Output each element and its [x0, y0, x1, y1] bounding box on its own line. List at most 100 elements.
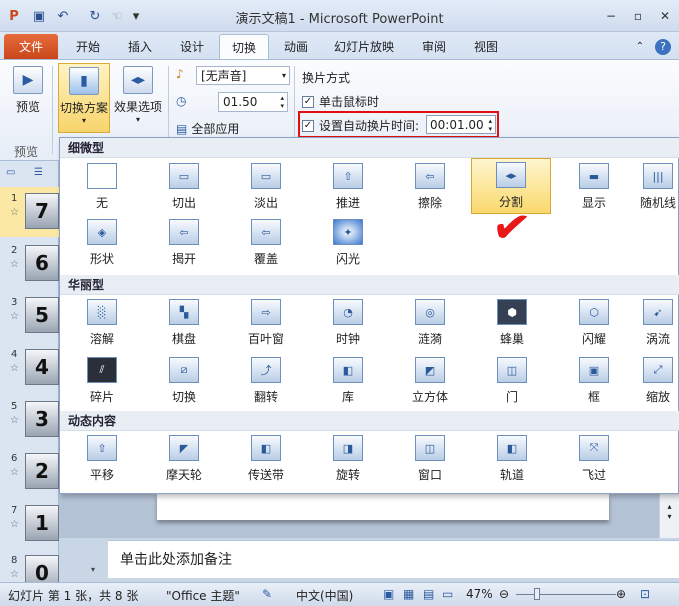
transition-flash[interactable]: ✦ 闪光	[308, 216, 388, 268]
transition-box[interactable]: ▣ 框	[554, 354, 634, 406]
sound-icon: ♪	[176, 67, 184, 81]
effect-options-button[interactable]: ◂▸ 效果选项 ▾	[112, 66, 164, 124]
transition-conveyor[interactable]: ◧ 传送带	[226, 432, 306, 484]
help-icon[interactable]: ?	[652, 34, 674, 59]
language[interactable]: 中文(中国)	[296, 587, 353, 604]
clock-icon: ◔	[333, 299, 363, 325]
zoom-slider[interactable]	[516, 594, 616, 595]
ripple-icon: ◎	[415, 299, 445, 325]
tab-view[interactable]: 视图	[462, 34, 510, 59]
transition-scheme-label: 切换方案	[59, 101, 108, 115]
slide-sorter-icon[interactable]: ▦	[403, 587, 414, 601]
normal-view-icon[interactable]: ▣	[383, 587, 394, 601]
transition-wipe[interactable]: ⇦ 擦除	[390, 160, 470, 212]
transition-cover[interactable]: ⇦ 覆盖	[226, 216, 306, 268]
advance-title: 换片方式	[302, 71, 351, 85]
maximize-button[interactable]: ▫	[627, 8, 649, 24]
transition-pan[interactable]: ⇧ 平移	[62, 432, 142, 484]
transition-shred[interactable]: ⫽ 碎片	[62, 354, 142, 406]
fit-to-window-icon[interactable]: ⊡	[640, 587, 650, 601]
sound-select[interactable]: [无声音] ▾	[196, 66, 290, 85]
zoom-slider-thumb[interactable]	[534, 588, 540, 600]
reading-view-icon[interactable]: ▤	[423, 587, 434, 601]
cut-icon: ▭	[169, 163, 199, 189]
transition-flip[interactable]: ⤴ 翻转	[226, 354, 306, 406]
transition-dissolve[interactable]: ░ 溶解	[62, 296, 142, 348]
transition-vortex[interactable]: ➹ 涡流	[636, 296, 679, 348]
transition-scheme-button[interactable]: ▮ 切换方案 ▾	[58, 63, 110, 133]
checkerboard-icon: ▚	[169, 299, 199, 325]
transition-checkerboard[interactable]: ▚ 棋盘	[144, 296, 224, 348]
slide-thumbnail[interactable]: 1 ☆ 7	[0, 187, 59, 237]
transition-blinds[interactable]: ⇨ 百叶窗	[226, 296, 306, 348]
transition-reveal[interactable]: ▬ 显示	[554, 160, 634, 212]
transition-orbit[interactable]: ◧ 轨道	[472, 432, 552, 484]
collapse-ribbon-icon[interactable]: ⌃	[632, 34, 648, 59]
slide-thumbnail[interactable]: 3 ☆ 5	[0, 291, 59, 341]
transition-ripple[interactable]: ◎ 涟漪	[390, 296, 470, 348]
zoom-level[interactable]: 47%	[466, 587, 493, 601]
slide-thumbnail[interactable]: 4 ☆ 4	[0, 343, 59, 393]
zoom-in-icon[interactable]: ⊕	[616, 587, 626, 601]
notes-pane[interactable]: 单击此处添加备注	[108, 540, 679, 578]
apply-all-button[interactable]: ▤ 全部应用	[176, 120, 239, 137]
slide-thumbnail[interactable]: 6 ☆ 2	[0, 447, 59, 497]
slide-thumbnail[interactable]: 2 ☆ 6	[0, 239, 59, 289]
transition-fade[interactable]: ▭ 淡出	[226, 160, 306, 212]
transition-glitter[interactable]: ⬡ 闪耀	[554, 296, 634, 348]
vertical-scrollbar[interactable]: ▴ ▾	[659, 494, 679, 538]
slideshow-icon[interactable]: ▭	[442, 587, 453, 601]
slide-canvas[interactable]	[157, 494, 609, 520]
preview-button[interactable]: ▶ 预览	[8, 66, 48, 115]
transition-ferris-wheel[interactable]: ◤ 摩天轮	[144, 432, 224, 484]
tab-animations[interactable]: 动画	[272, 34, 320, 59]
tab-design[interactable]: 设计	[168, 34, 216, 59]
category-exciting: 华丽型	[60, 275, 679, 295]
tab-review[interactable]: 审阅	[410, 34, 458, 59]
flash-icon: ✦	[333, 219, 363, 245]
transition-clock[interactable]: ◔ 时钟	[308, 296, 388, 348]
effect-options-label: 效果选项	[113, 100, 162, 114]
box-icon: ▣	[579, 357, 609, 383]
transition-switch[interactable]: ⧄ 切换	[144, 354, 224, 406]
duration-input[interactable]: 01.50 ▴ ▾	[218, 92, 288, 112]
transition-rotate[interactable]: ◨ 旋转	[308, 432, 388, 484]
transition-gallery-item[interactable]: ◧ 库	[308, 354, 388, 406]
scroll-down-icon[interactable]: ▾	[91, 565, 95, 574]
category-dynamic: 动态内容	[60, 411, 679, 431]
close-button[interactable]: ✕	[654, 8, 676, 24]
tab-insert[interactable]: 插入	[116, 34, 164, 59]
transition-cube[interactable]: ◩ 立方体	[390, 354, 470, 406]
transition-fly-through[interactable]: ⤧ 飞过	[554, 432, 634, 484]
transition-none[interactable]: 无	[62, 160, 142, 212]
slide-thumbnail[interactable]: 8 ☆ 0	[0, 549, 59, 582]
transition-cut[interactable]: ▭ 切出	[144, 160, 224, 212]
minimize-button[interactable]: −	[600, 8, 622, 24]
none-icon	[87, 163, 117, 189]
glitter-icon: ⬡	[579, 299, 609, 325]
cube-icon: ◩	[415, 357, 445, 383]
slide-thumbnail[interactable]: 7 ☆ 1	[0, 499, 59, 549]
spell-check-icon[interactable]: ✎	[262, 587, 272, 601]
tab-file[interactable]: 文件	[4, 34, 58, 59]
slide-thumbnail[interactable]: 5 ☆ 3	[0, 395, 59, 445]
tab-transitions[interactable]: 切换	[219, 34, 269, 59]
transition-honeycomb[interactable]: ⬢ 蜂巢	[472, 296, 552, 348]
theme-name[interactable]: "Office 主题"	[166, 587, 240, 604]
outline-tab-icon[interactable]: ☰	[34, 167, 43, 178]
flip-icon: ⤴	[251, 357, 281, 383]
slides-tab-icon[interactable]: ▭	[6, 167, 15, 178]
on-click-checkbox[interactable]: ✓ 单击鼠标时	[302, 93, 379, 110]
transition-window[interactable]: ◫ 窗口	[390, 432, 470, 484]
tab-home[interactable]: 开始	[64, 34, 112, 59]
ribbon-tabs: 文件 开始 插入 设计 切换 动画 幻灯片放映 审阅 视图 ⌃ ?	[0, 32, 679, 59]
duration-icon: ◷	[176, 94, 187, 108]
zoom-out-icon[interactable]: ⊖	[499, 587, 509, 601]
tab-slideshow[interactable]: 幻灯片放映	[326, 34, 402, 59]
transition-random-bars[interactable]: ||| 随机线	[636, 160, 679, 212]
transition-push[interactable]: ⇧ 推进	[308, 160, 388, 212]
transition-doors[interactable]: ◫ 门	[472, 354, 552, 406]
transition-shape[interactable]: ◈ 形状	[62, 216, 142, 268]
transition-uncover[interactable]: ⇦ 揭开	[144, 216, 224, 268]
transition-zoom[interactable]: ⤢ 缩放	[636, 354, 679, 406]
